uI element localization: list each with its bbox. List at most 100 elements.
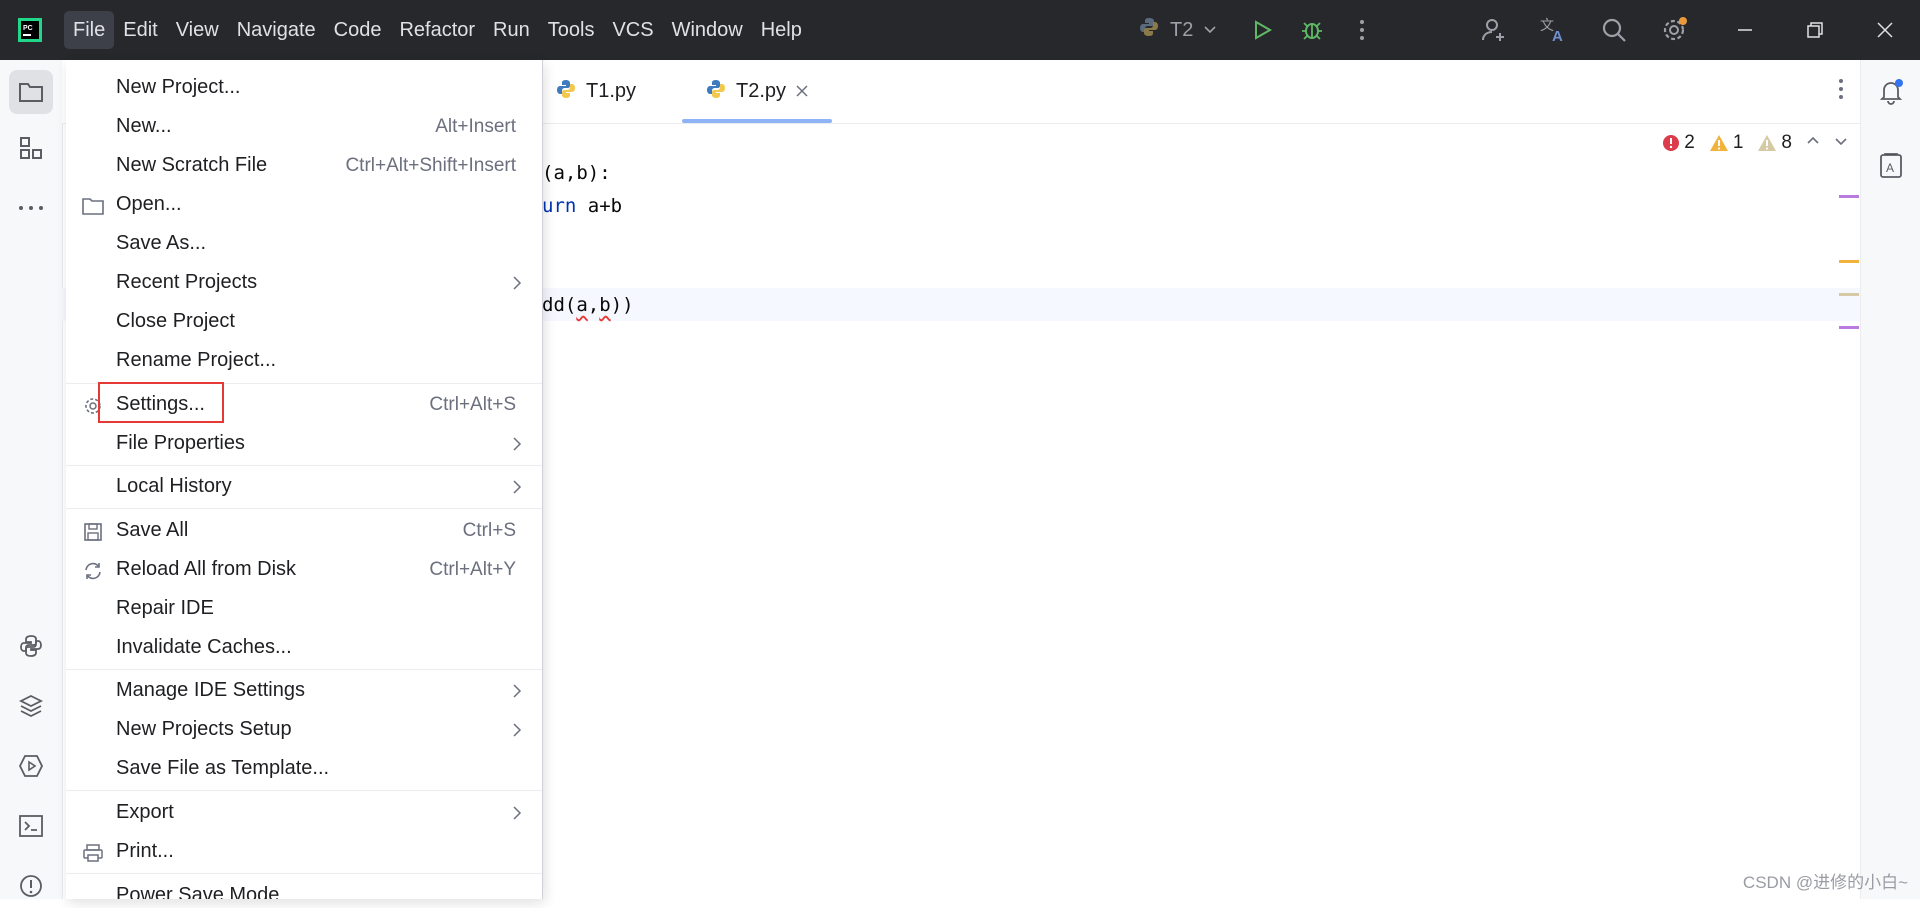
- menu-run[interactable]: Run: [484, 11, 539, 49]
- weak-warning-stripe-marker[interactable]: [1839, 293, 1859, 296]
- menu-navigate[interactable]: Navigate: [228, 11, 325, 49]
- menu-item-reload-all-from-disk[interactable]: Reload All from Disk Ctrl+Alt+Y: [66, 551, 542, 590]
- terminal-icon[interactable]: [9, 804, 53, 848]
- chevron-down-icon: [1203, 19, 1217, 42]
- settings-gear-icon[interactable]: [1658, 14, 1690, 46]
- pycharm-logo-icon[interactable]: PC: [18, 18, 42, 42]
- menu-separator: [66, 508, 542, 509]
- menu-item-label: Manage IDE Settings: [116, 679, 305, 701]
- notifications-bell-icon[interactable]: [1869, 70, 1913, 114]
- structure-icon[interactable]: [9, 126, 53, 170]
- tabs-more-icon[interactable]: [1838, 78, 1844, 105]
- project-folder-icon[interactable]: [9, 70, 53, 114]
- warning-stripe-marker[interactable]: [1839, 260, 1859, 263]
- chevron-right-icon: [512, 274, 522, 297]
- menu-view[interactable]: View: [167, 11, 228, 49]
- svg-text:A: A: [1552, 28, 1563, 44]
- menu-item-print[interactable]: Print...: [66, 833, 542, 872]
- more-vertical-icon[interactable]: [1346, 14, 1378, 46]
- weak-warning-icon: [1758, 135, 1777, 151]
- menu-item-new-projects-setup[interactable]: New Projects Setup: [66, 711, 542, 750]
- menu-item-rename-project[interactable]: Rename Project...: [66, 342, 542, 381]
- tab-t2-py[interactable]: T2.py: [682, 60, 832, 123]
- menu-refactor[interactable]: Refactor: [390, 11, 484, 49]
- code-line-1: (a,b):: [542, 162, 611, 184]
- folder-icon: [82, 195, 104, 217]
- close-tab-icon[interactable]: [796, 80, 808, 103]
- menu-item-recent-projects[interactable]: Recent Projects: [66, 264, 542, 303]
- problems-icon[interactable]: [9, 864, 53, 908]
- menu-item-label: New Projects Setup: [116, 718, 292, 740]
- menu-edit[interactable]: Edit: [114, 11, 166, 49]
- menu-item-label: Open...: [116, 193, 182, 215]
- menu-window[interactable]: Window: [663, 11, 752, 49]
- menu-vcs[interactable]: VCS: [603, 11, 662, 49]
- error-count-value: 2: [1684, 132, 1695, 153]
- menu-item-open[interactable]: Open...: [66, 186, 542, 225]
- menu-item-save-as[interactable]: Save As...: [66, 225, 542, 264]
- next-highlight-icon[interactable]: [1834, 132, 1848, 154]
- menu-tools[interactable]: Tools: [539, 11, 604, 49]
- run-config-selector[interactable]: T2: [1138, 0, 1217, 60]
- right-tool-strip: A: [1860, 60, 1920, 899]
- menu-item-shortcut: Ctrl+Alt+Shift+Insert: [345, 155, 516, 176]
- close-window-icon[interactable]: [1850, 0, 1920, 60]
- minimize-window-icon[interactable]: [1710, 0, 1780, 60]
- menu-item-power-save-mode[interactable]: Power Save Mode: [66, 877, 542, 899]
- ai-assistant-icon[interactable]: A: [1869, 144, 1913, 188]
- left-tool-strip: [0, 60, 63, 899]
- debug-icon[interactable]: [1296, 14, 1328, 46]
- menu-item-manage-ide-settings[interactable]: Manage IDE Settings: [66, 672, 542, 711]
- printer-icon: [82, 842, 104, 864]
- menu-item-label: New Scratch File: [116, 154, 268, 176]
- error-stripe-marker[interactable]: [1839, 195, 1859, 198]
- services-run-icon[interactable]: [9, 744, 53, 788]
- code-arg-a: a: [576, 294, 588, 316]
- warning-count[interactable]: 1: [1709, 132, 1743, 154]
- menu-item-file-properties[interactable]: File Properties: [66, 425, 542, 464]
- layers-icon[interactable]: [9, 684, 53, 728]
- menu-item-label: New...: [116, 115, 172, 137]
- code-comma: ,: [587, 294, 600, 316]
- menu-item-export[interactable]: Export: [66, 794, 542, 833]
- reload-icon: [82, 560, 104, 582]
- translate-icon[interactable]: 文A: [1538, 14, 1570, 46]
- menu-item-save-file-as-template[interactable]: Save File as Template...: [66, 750, 542, 789]
- menu-item-new[interactable]: New... Alt+Insert: [66, 108, 542, 147]
- menu-item-new-scratch-file[interactable]: New Scratch File Ctrl+Alt+Shift+Insert: [66, 147, 542, 186]
- title-bar: PC File Edit View Navigate Code Refactor…: [0, 0, 1920, 60]
- restore-window-icon[interactable]: [1780, 0, 1850, 60]
- code-line-2: urn a+b: [542, 195, 622, 217]
- inspection-widget[interactable]: 2 1 8: [1662, 132, 1848, 154]
- menu-separator: [66, 790, 542, 791]
- menu-item-label: New Project...: [116, 76, 241, 98]
- error-stripe-marker[interactable]: [1839, 326, 1859, 329]
- code-call: dd(: [542, 294, 577, 316]
- menu-file[interactable]: File: [64, 11, 115, 49]
- menu-item-shortcut: Ctrl+S: [462, 520, 516, 541]
- menu-item-new-project[interactable]: New Project...: [66, 69, 542, 108]
- menu-item-close-project[interactable]: Close Project: [66, 303, 542, 342]
- menu-item-save-all[interactable]: Save All Ctrl+S: [66, 512, 542, 551]
- menu-item-local-history[interactable]: Local History: [66, 468, 542, 507]
- tab-t1-py[interactable]: T1.py: [556, 60, 636, 123]
- menu-bar: File Edit View Navigate Code Refactor Ru…: [64, 0, 811, 60]
- previous-highlight-icon[interactable]: [1806, 132, 1820, 154]
- run-icon[interactable]: [1246, 14, 1278, 46]
- menu-item-label: Save All: [116, 519, 189, 541]
- menu-help[interactable]: Help: [752, 11, 811, 49]
- search-icon[interactable]: [1598, 14, 1630, 46]
- menu-item-label: Save As...: [116, 232, 207, 254]
- error-icon: [1663, 135, 1680, 151]
- svg-text:A: A: [1886, 161, 1894, 175]
- menu-item-repair-ide[interactable]: Repair IDE: [66, 590, 542, 629]
- code-with-me-icon[interactable]: [1478, 14, 1510, 46]
- more-tools-icon[interactable]: [9, 186, 53, 230]
- error-count[interactable]: 2: [1662, 132, 1695, 154]
- weak-warning-count[interactable]: 8: [1757, 132, 1792, 154]
- menu-item-shortcut: Ctrl+Alt+S: [429, 394, 516, 415]
- python-packages-icon[interactable]: [9, 624, 53, 668]
- menu-item-label: Save File as Template...: [116, 757, 330, 779]
- menu-item-invalidate-caches[interactable]: Invalidate Caches...: [66, 629, 542, 668]
- menu-code[interactable]: Code: [325, 11, 391, 49]
